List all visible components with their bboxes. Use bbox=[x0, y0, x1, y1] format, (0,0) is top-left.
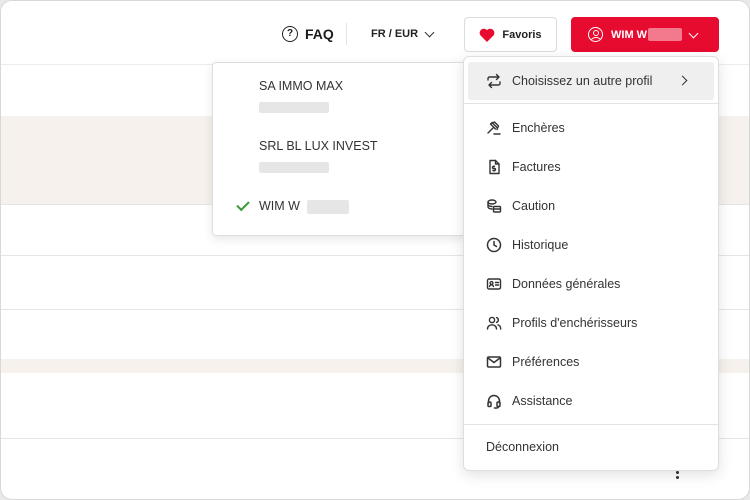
chevron-right-icon bbox=[677, 75, 688, 86]
faq-link[interactable]: ? FAQ bbox=[282, 23, 334, 45]
menu-item-label: Assistance bbox=[512, 394, 573, 408]
menu-item-assistance[interactable]: Assistance bbox=[464, 382, 718, 420]
menu-item-label: Factures bbox=[512, 160, 561, 174]
profile-option-name: SA IMMO MAX bbox=[259, 79, 344, 93]
users-icon bbox=[486, 316, 502, 330]
clock-icon bbox=[486, 237, 502, 253]
favorites-label: Favoris bbox=[502, 28, 542, 41]
id-card-icon bbox=[486, 278, 502, 290]
menu-item-preferences[interactable]: Préférences bbox=[464, 343, 718, 381]
menu-item-bidder-profiles[interactable]: Profils d'enchérisseurs bbox=[464, 304, 718, 342]
account-dropdown-menu: Choisissez un autre profil Enchères Fact… bbox=[463, 56, 719, 471]
profile-option-name: WIM W bbox=[259, 199, 300, 213]
menu-divider bbox=[464, 424, 718, 425]
menu-item-general-data[interactable]: Données générales bbox=[464, 265, 718, 303]
profile-option[interactable]: SRL BL LUX INVEST bbox=[213, 131, 466, 181]
redacted-text bbox=[307, 200, 349, 214]
redacted-name bbox=[648, 28, 683, 41]
profile-switch-submenu: SA IMMO MAX SRL BL LUX INVEST WIM W bbox=[212, 62, 467, 236]
menu-item-label: Choisissez un autre profil bbox=[512, 74, 653, 88]
menu-item-history[interactable]: Historique bbox=[464, 226, 718, 264]
invoice-icon bbox=[489, 159, 500, 175]
user-circle-icon bbox=[588, 27, 603, 42]
menu-divider bbox=[464, 103, 718, 104]
swap-icon bbox=[487, 73, 501, 89]
profile-option-selected[interactable]: WIM W bbox=[213, 191, 466, 241]
menu-item-label: Caution bbox=[512, 199, 556, 213]
menu-item-label: Enchères bbox=[512, 121, 565, 135]
profile-name: WIM W bbox=[611, 28, 648, 41]
menu-item-auctions[interactable]: Enchères bbox=[464, 109, 718, 147]
menu-item-deposit[interactable]: Caution bbox=[464, 187, 718, 225]
coins-icon bbox=[487, 199, 502, 213]
menu-item-label: Données générales bbox=[512, 277, 621, 291]
menu-item-label: Profils d'enchérisseurs bbox=[512, 316, 638, 330]
profile-option[interactable]: SA IMMO MAX bbox=[213, 71, 466, 121]
profile-option-name: SRL BL LUX INVEST bbox=[259, 139, 378, 153]
profile-menu-button[interactable]: WIM W bbox=[571, 17, 719, 52]
menu-item-label: Historique bbox=[512, 238, 569, 252]
faq-label: FAQ bbox=[305, 26, 334, 42]
app-window: ? FAQ FR / EUR Favoris WIM W SA IMMO MAX bbox=[0, 0, 750, 500]
question-circle-icon: ? bbox=[282, 26, 298, 42]
redacted-text bbox=[259, 162, 329, 173]
heart-icon bbox=[480, 28, 495, 42]
gavel-icon bbox=[487, 121, 501, 135]
mail-icon bbox=[486, 356, 502, 368]
logout-button[interactable]: Déconnexion bbox=[464, 429, 718, 465]
header-separator bbox=[346, 23, 347, 45]
menu-item-switch-profile[interactable]: Choisissez un autre profil bbox=[468, 62, 714, 100]
redacted-text bbox=[259, 102, 329, 113]
language-currency-label: FR / EUR bbox=[371, 28, 419, 40]
language-currency-selector[interactable]: FR / EUR bbox=[371, 25, 435, 43]
checkmark-icon bbox=[236, 197, 250, 212]
menu-item-invoices[interactable]: Factures bbox=[464, 148, 718, 186]
menu-item-label: Préférences bbox=[512, 355, 580, 369]
chevron-down-icon bbox=[688, 28, 699, 39]
favorites-button[interactable]: Favoris bbox=[464, 17, 557, 52]
headset-icon bbox=[487, 394, 501, 409]
chevron-down-icon bbox=[424, 27, 435, 37]
